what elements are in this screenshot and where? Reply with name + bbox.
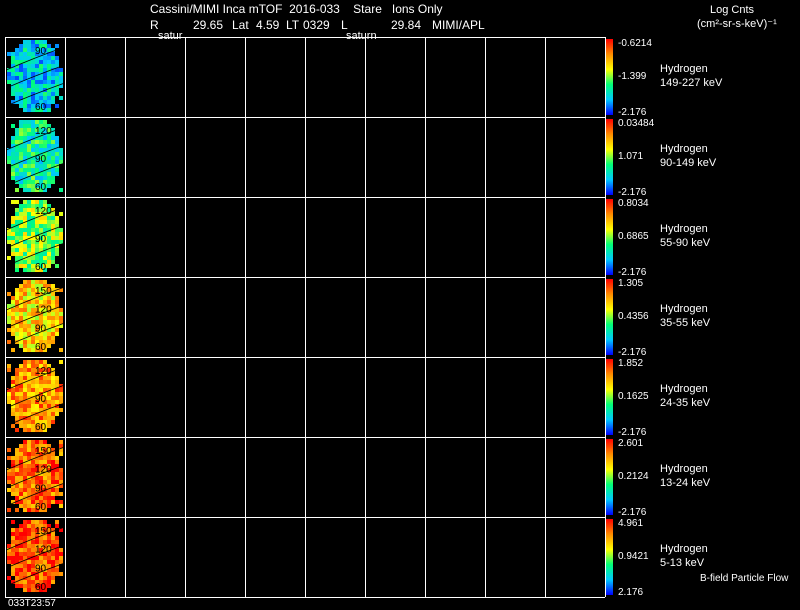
contour-label: 120 — [35, 206, 52, 217]
contour-label: 60 — [35, 502, 47, 513]
row-species-label: Hydrogen — [660, 63, 708, 75]
row-species-label: Hydrogen — [660, 543, 708, 555]
bfield-legend-label: B-field Particle Flow — [700, 573, 789, 584]
colorbar-tick-label: 0.9421 — [618, 551, 649, 562]
grid-lines — [5, 37, 606, 598]
contour-label: 90 — [35, 323, 47, 334]
colorbar-tick-label: 1.071 — [618, 151, 644, 162]
contour-label: 60 — [35, 262, 47, 273]
row-energy-label: 5-13 keV — [660, 557, 705, 569]
contour-label: 90 — [35, 46, 47, 57]
colorbar-tick-label: 1.852 — [618, 358, 644, 369]
colorbar-tick-label: 2.176 — [618, 587, 644, 598]
colorbar-tick-label: 0.1625 — [618, 391, 649, 402]
contour-label: 90 — [35, 154, 47, 165]
colorbar-tick-label: 2.601 — [618, 438, 644, 449]
contour-label: 150 — [35, 446, 52, 457]
colorbar-tick-label: 0.2124 — [618, 471, 649, 482]
contour-label: 90 — [35, 563, 47, 574]
colorbar-tick-label: -2.176 — [618, 107, 647, 118]
colorbar-tick-label: -2.176 — [618, 507, 647, 518]
colorbar-tick-label: 0.03484 — [618, 118, 655, 129]
row-species-label: Hydrogen — [660, 383, 708, 395]
contour-label: 60 — [35, 182, 47, 193]
row-energy-label: 35-55 keV — [660, 317, 711, 329]
row-species-label: Hydrogen — [660, 303, 708, 315]
contour-label: 90 — [35, 394, 47, 405]
contour-label: 120 — [35, 305, 52, 316]
contour-label: 90 — [35, 483, 47, 494]
row-species-label: Hydrogen — [660, 143, 708, 155]
colorbar-tick-label: -2.176 — [618, 347, 647, 358]
colorbar-tick-label: 0.6865 — [618, 231, 649, 242]
contour-label: 60 — [35, 582, 47, 593]
colorbar-tick-label: -2.176 — [618, 427, 647, 438]
contour-label: 120 — [35, 465, 52, 476]
row-energy-label: 90-149 keV — [660, 157, 717, 169]
colorbar-tick-label: 0.8034 — [618, 198, 649, 209]
colorbar-tick-label: -0.6214 — [618, 38, 652, 49]
colorbar-tick-label: -2.176 — [618, 187, 647, 198]
contour-label: 60 — [35, 342, 47, 353]
colorbar-tick-label: 4.961 — [618, 518, 644, 529]
contour-label: 120 — [35, 126, 52, 137]
colorbar-3 — [605, 279, 613, 355]
colorbar-5 — [605, 439, 613, 515]
colorbar-2 — [605, 199, 613, 275]
colorbar-6 — [605, 519, 613, 595]
contour-label: 150 — [35, 526, 52, 537]
contour-label: 60 — [35, 102, 47, 113]
row-energy-label: 149-227 keV — [660, 77, 723, 89]
contour-label: 90 — [35, 234, 47, 245]
colorbar-0 — [605, 39, 613, 115]
colorbar-4 — [605, 359, 613, 435]
colorbar-tick-label: 1.305 — [618, 278, 644, 289]
row-energy-label: 13-24 keV — [660, 477, 711, 489]
colorbar-1 — [605, 119, 613, 195]
row-energy-label: 55-90 keV — [660, 237, 711, 249]
row-species-label: Hydrogen — [660, 223, 708, 235]
contour-label: 120 — [35, 545, 52, 556]
contour-label: 150 — [35, 286, 52, 297]
contour-label: 120 — [35, 366, 52, 377]
colorbar-tick-label: -2.176 — [618, 267, 647, 278]
contour-label: 60 — [35, 422, 47, 433]
colorbar-tick-label: 0.4356 — [618, 311, 649, 322]
row-species-label: Hydrogen — [660, 463, 708, 475]
colorbar-tick-label: -1.399 — [618, 71, 647, 82]
timestamp-label: 033T23:57 — [8, 598, 56, 609]
row-energy-label: 24-35 keV — [660, 397, 711, 409]
